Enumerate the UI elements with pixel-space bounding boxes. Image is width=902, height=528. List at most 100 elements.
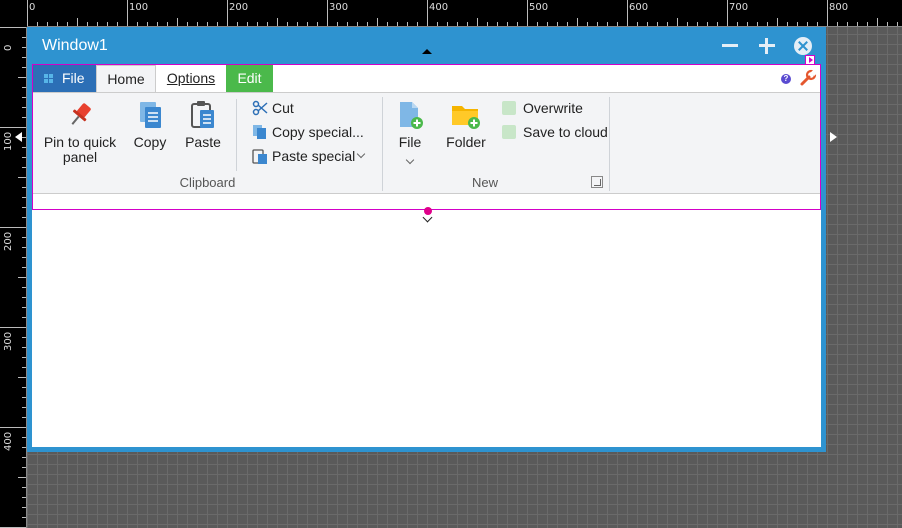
ruler-tick [697,22,698,26]
ruler-tick [597,22,598,26]
ruler-tick [22,207,26,208]
ruler-tick [22,297,26,298]
ruler-tick [467,22,468,26]
ruler-label: 400 [429,2,449,13]
ruler-tick [587,22,588,26]
selection-marker-icon[interactable] [805,55,815,65]
ruler-tick [427,0,428,26]
ruler-tick [22,237,26,238]
ruler-tick [617,22,618,26]
minimize-button[interactable] [720,36,740,56]
ruler-tick [22,67,26,68]
ruler-tick [657,22,658,26]
ruler-tick [477,18,478,26]
ruler-tick [137,22,138,26]
window-title: Window1 [42,37,108,54]
ruler-tick [0,127,26,128]
chevron-down-icon[interactable] [405,155,415,165]
ribbon-tabs: File Home Options Edit ? [33,55,820,93]
ruler-tick [22,47,26,48]
ruler-tick [677,18,678,26]
ruler-tick [22,257,26,258]
ruler-tick [157,22,158,26]
ruler-tick [887,22,888,26]
chevron-down-icon[interactable] [422,212,433,223]
ruler-tick [22,307,26,308]
ruler-tick [337,22,338,26]
chevron-down-icon[interactable] [356,149,366,159]
ruler-tick [397,22,398,26]
checkbox-icon[interactable] [502,101,516,115]
ruler-tick [22,97,26,98]
ruler-label: 100 [129,2,149,13]
ruler-tick [817,22,818,26]
tab-home[interactable]: Home [96,65,156,93]
ruler-tick [22,107,26,108]
new-file-button[interactable]: File [391,99,429,166]
ruler-tick [18,77,26,78]
tab-options[interactable]: Options [156,65,226,92]
ruler-tick [167,22,168,26]
ruler-tick [437,22,438,26]
ruler-tick [22,437,26,438]
ruler-tick [22,467,26,468]
window-title-bar[interactable]: Window1 [27,27,826,64]
ruler-label: 300 [329,2,349,13]
ruler-tick [727,0,728,26]
close-button[interactable] [794,37,812,55]
maximize-button[interactable] [757,36,777,56]
ruler-tick [57,22,58,26]
ruler-tick [517,22,518,26]
ruler-tick [22,217,26,218]
ruler-tick [827,0,828,26]
left-arrow-icon[interactable] [15,132,22,142]
new-file-label: File [398,134,422,150]
ruler-tick [117,22,118,26]
ruler-tick [77,18,78,26]
ruler-tick [22,447,26,448]
dialog-launcher-icon[interactable] [591,176,603,188]
new-file-icon [400,102,423,129]
ruler-tick [897,22,898,26]
help-icon[interactable]: ? [781,74,791,84]
new-folder-label: Folder [446,134,486,150]
ribbon[interactable]: File Home Options Edit ? Pin to quick pa… [32,55,821,215]
collapse-up-icon[interactable] [422,49,432,54]
copy-button[interactable]: Copy [129,99,171,150]
ruler-label: 700 [729,2,749,13]
new-folder-button[interactable]: Folder [441,99,491,150]
ruler-tick [287,22,288,26]
ribbon-panel-home: Pin to quick panel Copy Paste Cut Copy s… [33,92,820,194]
ruler-tick [22,137,26,138]
ruler-tick [507,22,508,26]
paste-label: Paste [185,134,221,150]
ruler-tick [217,22,218,26]
right-arrow-icon[interactable] [830,132,837,142]
ruler-tick [297,22,298,26]
clipboard-group-label: Clipboard [179,175,236,190]
designer-window[interactable]: Window1 File Home Options Edit ? Pin to … [27,27,826,452]
ruler-tick [22,157,26,158]
ruler-corner [0,0,27,27]
checkbox-icon[interactable] [502,125,516,139]
ruler-tick [18,477,26,478]
ruler-tick [387,22,388,26]
wrench-icon[interactable] [799,69,818,87]
ruler-tick [22,387,26,388]
ruler-tick [637,22,638,26]
ruler-tick [147,22,148,26]
copy-label: Copy [133,134,167,150]
ruler-tick [267,22,268,26]
tab-file[interactable]: File [33,65,96,92]
ruler-tick [22,57,26,58]
ruler-tick [0,27,26,28]
pin-to-quick-panel-button[interactable]: Pin to quick panel [41,99,119,165]
ruler-tick [22,37,26,38]
scissors-icon [252,100,268,116]
copy-special-icon [253,125,266,139]
ruler-tick [717,22,718,26]
paste-button[interactable]: Paste [181,99,225,150]
ruler-tick [407,22,408,26]
tab-edit[interactable]: Edit [226,65,273,92]
ruler-tick [237,22,238,26]
